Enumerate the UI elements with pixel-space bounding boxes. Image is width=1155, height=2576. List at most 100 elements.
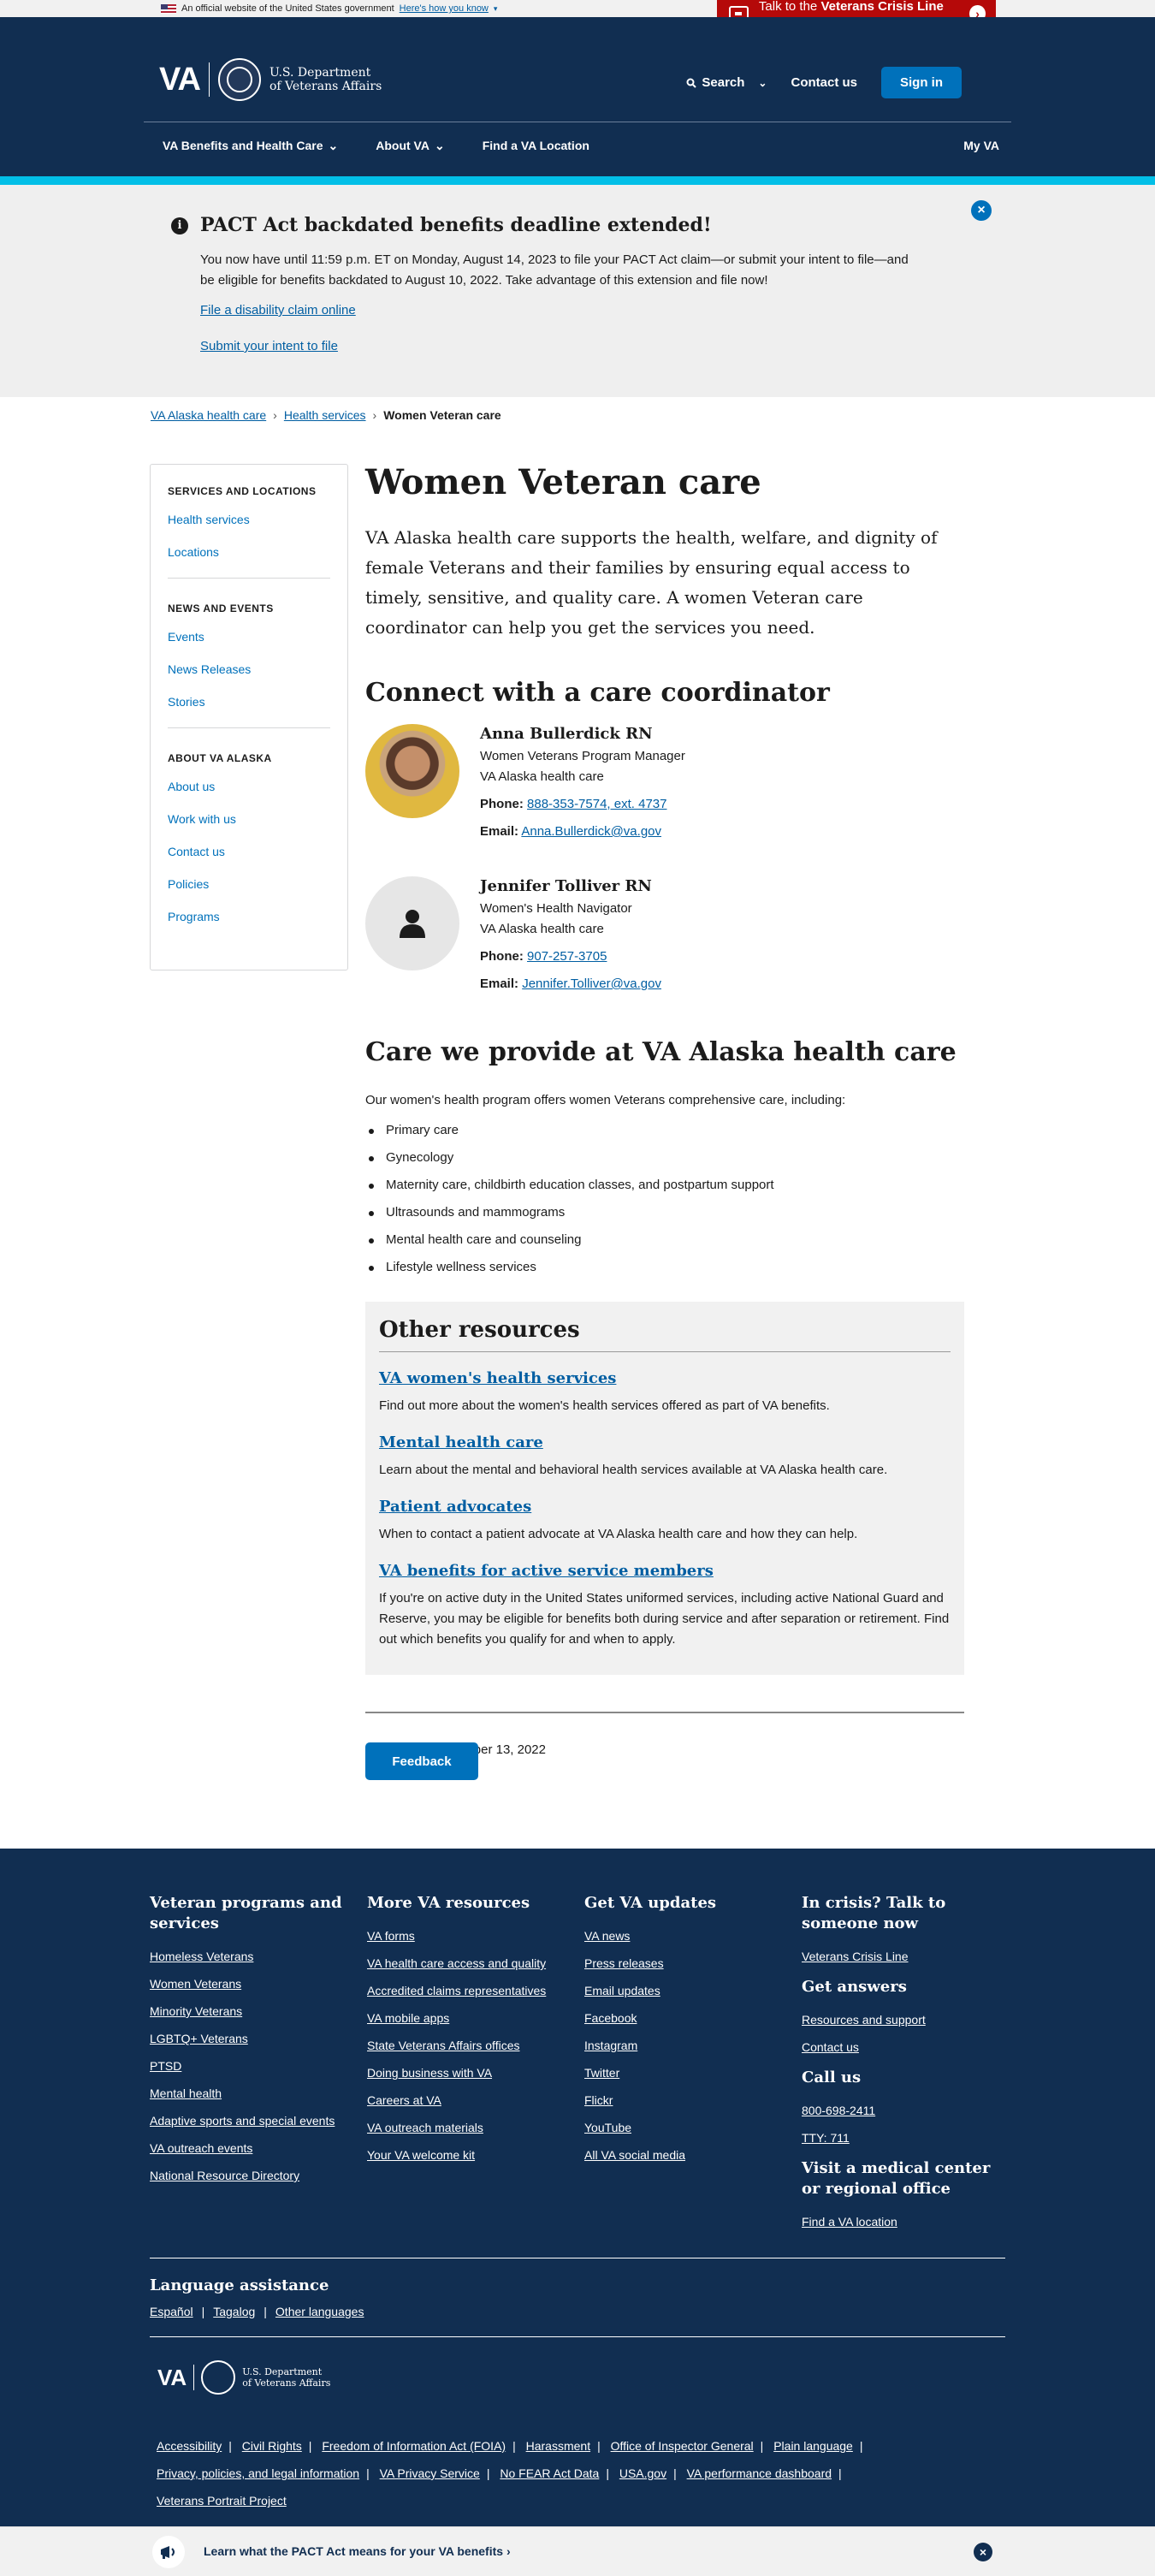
footer-va-logo[interactable]: VA U.S. Department of Veterans Affairs [157, 2360, 330, 2395]
footer-link[interactable]: YouTube [584, 2121, 790, 2134]
sidebar-item-locations[interactable]: Locations [168, 545, 330, 559]
header-accent-stripe [0, 176, 1155, 185]
resource-link[interactable]: VA women's health services [379, 1369, 616, 1387]
legal-link[interactable]: Freedom of Information Act (FOIA) [322, 2439, 506, 2453]
resource-link[interactable]: Patient advocates [379, 1498, 531, 1516]
chevron-down-icon: ▾ [493, 3, 498, 13]
footer-link[interactable]: Accredited claims representatives [367, 1984, 572, 1997]
footer-link[interactable]: 800-698-2411 [802, 2104, 1007, 2117]
email-link[interactable]: Jennifer.Tolliver@va.gov [522, 976, 661, 991]
footer-link[interactable]: Your VA welcome kit [367, 2148, 572, 2162]
footer-link[interactable]: Press releases [584, 1956, 790, 1970]
footer-link[interactable]: Minority Veterans [150, 2004, 355, 2018]
search-button[interactable]: Search ⌄ [686, 75, 767, 90]
coordinator-role: Women Veterans Program Manager [480, 749, 685, 763]
sidebar-item-work-with-us[interactable]: Work with us [168, 812, 330, 826]
phone-link[interactable]: 888-353-7574, ext. 4737 [527, 797, 666, 811]
email-link[interactable]: Anna.Bullerdick@va.gov [521, 824, 661, 839]
nav-find-location[interactable]: Find a VA Location [464, 139, 608, 152]
nav-about-va[interactable]: About VA ⌄ [357, 139, 463, 153]
footer-link[interactable]: Women Veterans [150, 1977, 355, 1991]
footer-link[interactable]: Homeless Veterans [150, 1950, 355, 1963]
va-dept-name: U.S. Department of Veterans Affairs [269, 66, 382, 93]
chevron-down-icon: ⌄ [434, 138, 445, 152]
nav-my-va[interactable]: My VA [945, 139, 1011, 152]
footer-link[interactable]: TTY: 711 [802, 2131, 1007, 2145]
lang-link-tagalog[interactable]: Tagalog [213, 2305, 255, 2318]
footer-link[interactable]: National Resource Directory [150, 2169, 355, 2182]
sidebar-item-news-releases[interactable]: News Releases [168, 662, 330, 676]
file-claim-link[interactable]: File a disability claim online [200, 303, 356, 318]
footer-link[interactable]: VA health care access and quality [367, 1956, 572, 1970]
breadcrumb-va-alaska[interactable]: VA Alaska health care [151, 408, 266, 422]
legal-link[interactable]: Office of Inspector General [611, 2439, 754, 2453]
legal-link[interactable]: Veterans Portrait Project [157, 2494, 287, 2508]
legal-link[interactable]: Civil Rights [242, 2439, 302, 2453]
footer-link[interactable]: Doing business with VA [367, 2066, 572, 2080]
sidebar-item-stories[interactable]: Stories [168, 695, 330, 709]
footer-link[interactable]: VA forms [367, 1929, 572, 1943]
footer-link[interactable]: Find a VA location [802, 2215, 1007, 2229]
close-icon[interactable]: × [974, 2543, 992, 2561]
phone-link[interactable]: 907-257-3705 [527, 949, 607, 964]
lang-link-espanol[interactable]: Español [150, 2305, 193, 2318]
resource-link[interactable]: VA benefits for active service members [379, 1562, 714, 1580]
legal-link[interactable]: Privacy, policies, and legal information [157, 2466, 359, 2480]
legal-link[interactable]: VA performance dashboard [687, 2466, 832, 2480]
legal-link[interactable]: Accessibility [157, 2439, 222, 2453]
legal-link[interactable]: VA Privacy Service [380, 2466, 480, 2480]
feedback-button[interactable]: Feedback [365, 1742, 478, 1780]
footer-link[interactable]: Careers at VA [367, 2093, 572, 2107]
lang-link-other[interactable]: Other languages [275, 2305, 364, 2318]
list-item: Maternity care, childbirth education cla… [365, 1178, 964, 1205]
sidebar-item-health-services[interactable]: Health services [168, 513, 330, 526]
footer-link[interactable]: LGBTQ+ Veterans [150, 2032, 355, 2045]
footer-link[interactable]: VA news [584, 1929, 790, 1943]
footer-link[interactable]: Facebook [584, 2011, 790, 2025]
main-nav: VA Benefits and Health Care ⌄ About VA ⌄ F… [144, 128, 1011, 163]
sidebar-item-about-us[interactable]: About us [168, 780, 330, 793]
pact-act-link[interactable]: Learn what the PACT Act means for your V… [204, 2544, 511, 2558]
footer-heading: More VA resources [367, 1894, 530, 1912]
footer-link[interactable]: Twitter [584, 2066, 790, 2080]
footer-link[interactable]: Adaptive sports and special events [150, 2114, 355, 2128]
breadcrumb-health-services[interactable]: Health services [284, 408, 366, 422]
footer-link[interactable]: Contact us [802, 2040, 1007, 2054]
footer-link[interactable]: All VA social media [584, 2148, 790, 2162]
footer-link[interactable]: VA outreach materials [367, 2121, 572, 2134]
footer-link[interactable]: Veterans Crisis Line [802, 1950, 1007, 1963]
close-icon[interactable]: × [971, 200, 992, 221]
sign-in-button[interactable]: Sign in [881, 67, 962, 98]
footer-heading: Visit a medical center or regional offic… [802, 2159, 991, 2198]
nav-benefits-health-care[interactable]: VA Benefits and Health Care ⌄ [144, 139, 357, 153]
sidebar-item-programs[interactable]: Programs [168, 910, 330, 923]
legal-link[interactable]: No FEAR Act Data [500, 2466, 599, 2480]
footer-link[interactable]: State Veterans Affairs offices [367, 2039, 572, 2052]
footer-link[interactable]: VA outreach events [150, 2141, 355, 2155]
footer-link[interactable]: Flickr [584, 2093, 790, 2107]
footer-link[interactable]: Instagram [584, 2039, 790, 2052]
sidebar-item-policies[interactable]: Policies [168, 877, 330, 891]
footer-link[interactable]: Email updates [584, 1984, 790, 1997]
legal-link[interactable]: Plain language [773, 2439, 853, 2453]
footer-link[interactable]: PTSD [150, 2059, 355, 2073]
legal-link[interactable]: USA.gov [619, 2466, 666, 2480]
sidebar-item-contact-us[interactable]: Contact us [168, 845, 330, 858]
heres-how-you-know-link[interactable]: Here's how you know [400, 3, 489, 14]
va-logo-text: VA [157, 2364, 187, 2390]
logo-divider [208, 62, 210, 97]
footer-heading: Get answers [802, 1978, 907, 1996]
footer-link[interactable]: Mental health [150, 2086, 355, 2100]
footer-link[interactable]: VA mobile apps [367, 2011, 572, 2025]
sidebar-item-events[interactable]: Events [168, 630, 330, 644]
va-logo-link[interactable]: VA U.S. Department of Veterans Affairs [159, 58, 382, 101]
language-assistance: Language assistance Español | Tagalog | Ot… [150, 2276, 364, 2318]
intent-to-file-link[interactable]: Submit your intent to file [200, 339, 338, 353]
link-separator: | [264, 2305, 267, 2318]
footer-link[interactable]: Resources and support [802, 2013, 1007, 2027]
legal-link[interactable]: Harassment [526, 2439, 590, 2453]
resource-link[interactable]: Mental health care [379, 1433, 543, 1451]
contact-us-link[interactable]: Contact us [791, 75, 857, 90]
footer-col-programs: Veteran programs and services Homeless V… [150, 1893, 355, 2196]
email-label: Email: [480, 824, 519, 839]
